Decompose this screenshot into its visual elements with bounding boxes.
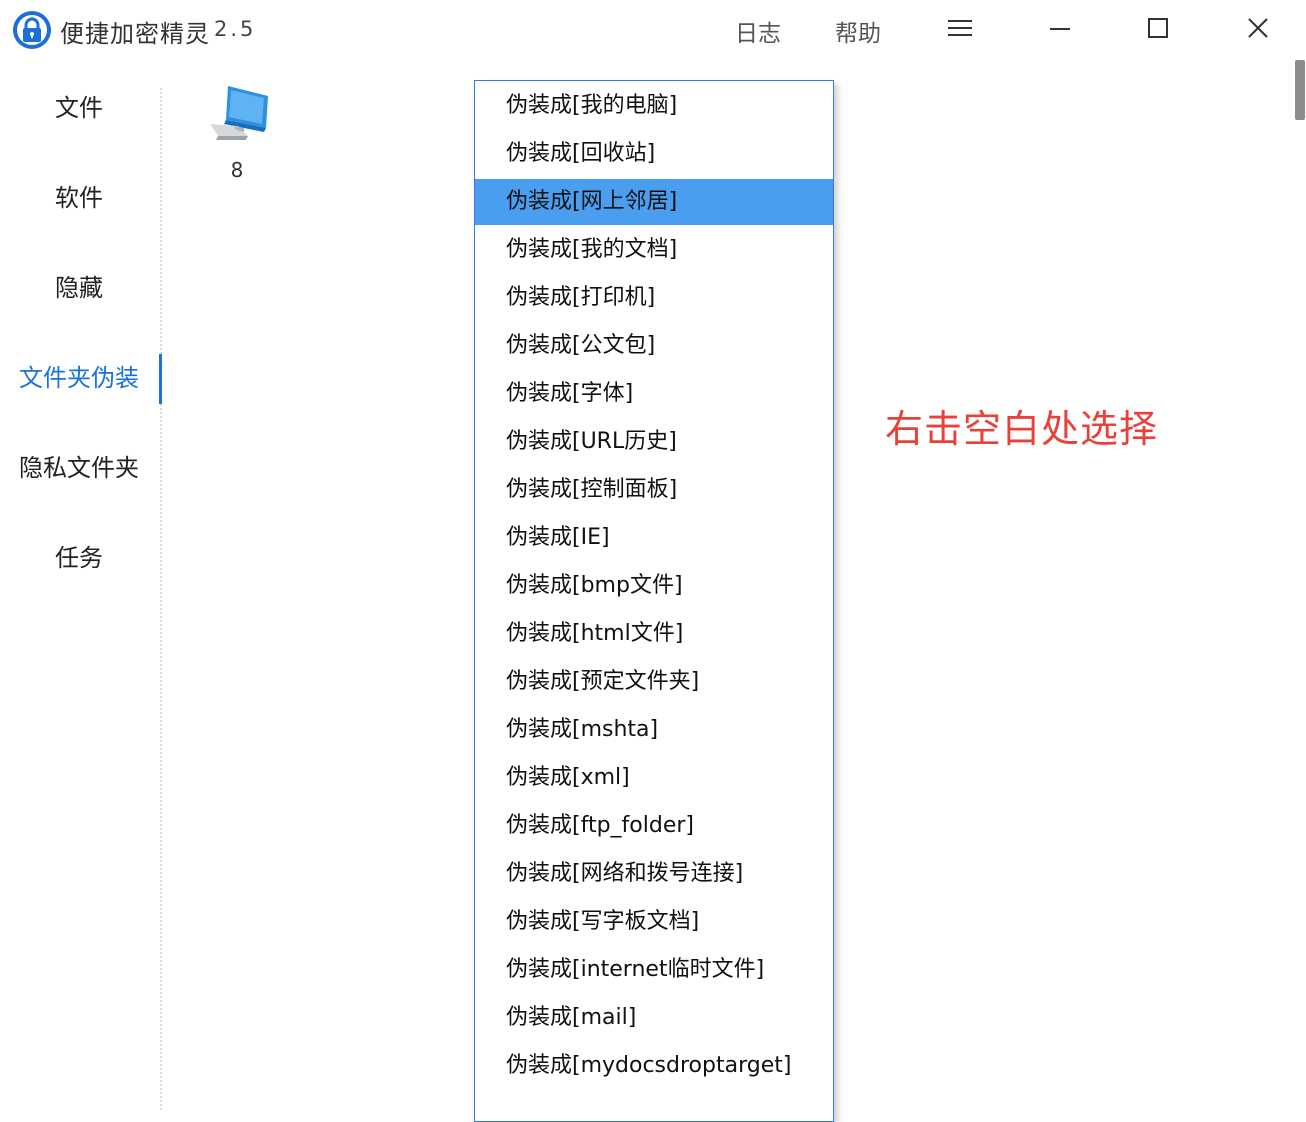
minimize-button[interactable]	[1038, 8, 1082, 48]
hamburger-menu-icon	[948, 20, 972, 36]
context-menu-item[interactable]: 伪装成[预定文件夹]	[475, 659, 833, 705]
sidebar-divider	[160, 88, 162, 1110]
context-menu-item[interactable]: 伪装成[mydocsdroptarget]	[475, 1043, 833, 1089]
context-menu-item[interactable]: 伪装成[internet临时文件]	[475, 947, 833, 993]
context-menu-item[interactable]: 伪装成[写字板文档]	[475, 899, 833, 945]
sidebar-item-file[interactable]: 文件	[0, 83, 158, 133]
app-version: 2.5	[214, 17, 257, 41]
context-menu-item[interactable]: 伪装成[公文包]	[475, 323, 833, 369]
context-menu-item[interactable]: 伪装成[控制面板]	[475, 467, 833, 513]
folder-label: 8	[230, 158, 244, 182]
sidebar-item-hide[interactable]: 隐藏	[0, 263, 158, 313]
maximize-button[interactable]	[1136, 8, 1180, 48]
close-button[interactable]	[1236, 8, 1280, 48]
annotation-text: 右击空白处选择	[885, 407, 1159, 451]
title-bar: 便捷加密精灵 2.5 日志 帮助	[0, 0, 1306, 60]
context-menu-item[interactable]: 伪装成[字体]	[475, 371, 833, 417]
context-menu-item[interactable]: 伪装成[mail]	[475, 995, 833, 1041]
context-menu-item[interactable]: 伪装成[URL历史]	[475, 419, 833, 465]
context-menu-item[interactable]: 伪装成[mshta]	[475, 707, 833, 753]
folder-item[interactable]: 8	[200, 82, 274, 192]
context-menu-item[interactable]: 伪装成[打印机]	[475, 275, 833, 321]
context-menu-item[interactable]: 伪装成[xml]	[475, 755, 833, 801]
context-menu-item[interactable]: 伪装成[html文件]	[475, 611, 833, 657]
context-menu: 伪装成[我的电脑] 伪装成[回收站] 伪装成[网上邻居] 伪装成[我的文档] 伪装成[打…	[474, 80, 834, 1122]
sidebar-item-private-folder[interactable]: 隐私文件夹	[0, 443, 158, 493]
app-title: 便捷加密精灵	[60, 20, 210, 48]
context-menu-item[interactable]: 伪装成[ftp_folder]	[475, 803, 833, 849]
context-menu-item[interactable]: 伪装成[IE]	[475, 515, 833, 561]
context-menu-item[interactable]: 伪装成[我的文档]	[475, 227, 833, 273]
maximize-icon	[1148, 18, 1168, 38]
close-icon	[1248, 18, 1268, 38]
help-link[interactable]: 帮助	[835, 14, 881, 48]
context-menu-item[interactable]: 伪装成[网上邻居]	[475, 179, 833, 225]
scrollbar[interactable]	[1292, 60, 1306, 1110]
sidebar-item-folder-disguise[interactable]: 文件夹伪装	[0, 353, 158, 403]
active-indicator	[159, 354, 162, 404]
computer-icon	[210, 86, 268, 140]
context-menu-item[interactable]: 伪装成[网络和拨号连接]	[475, 851, 833, 897]
context-menu-item[interactable]: 伪装成[我的电脑]	[475, 83, 833, 129]
lock-icon	[13, 11, 51, 49]
context-menu-item[interactable]: 伪装成[回收站]	[475, 131, 833, 177]
minimize-icon	[1050, 28, 1070, 30]
scroll-thumb[interactable]	[1295, 60, 1305, 120]
log-link[interactable]: 日志	[735, 14, 781, 48]
sidebar-item-task[interactable]: 任务	[0, 533, 158, 583]
menu-button[interactable]	[938, 8, 982, 48]
context-menu-item[interactable]: 伪装成[bmp文件]	[475, 563, 833, 609]
sidebar-item-software[interactable]: 软件	[0, 173, 158, 223]
